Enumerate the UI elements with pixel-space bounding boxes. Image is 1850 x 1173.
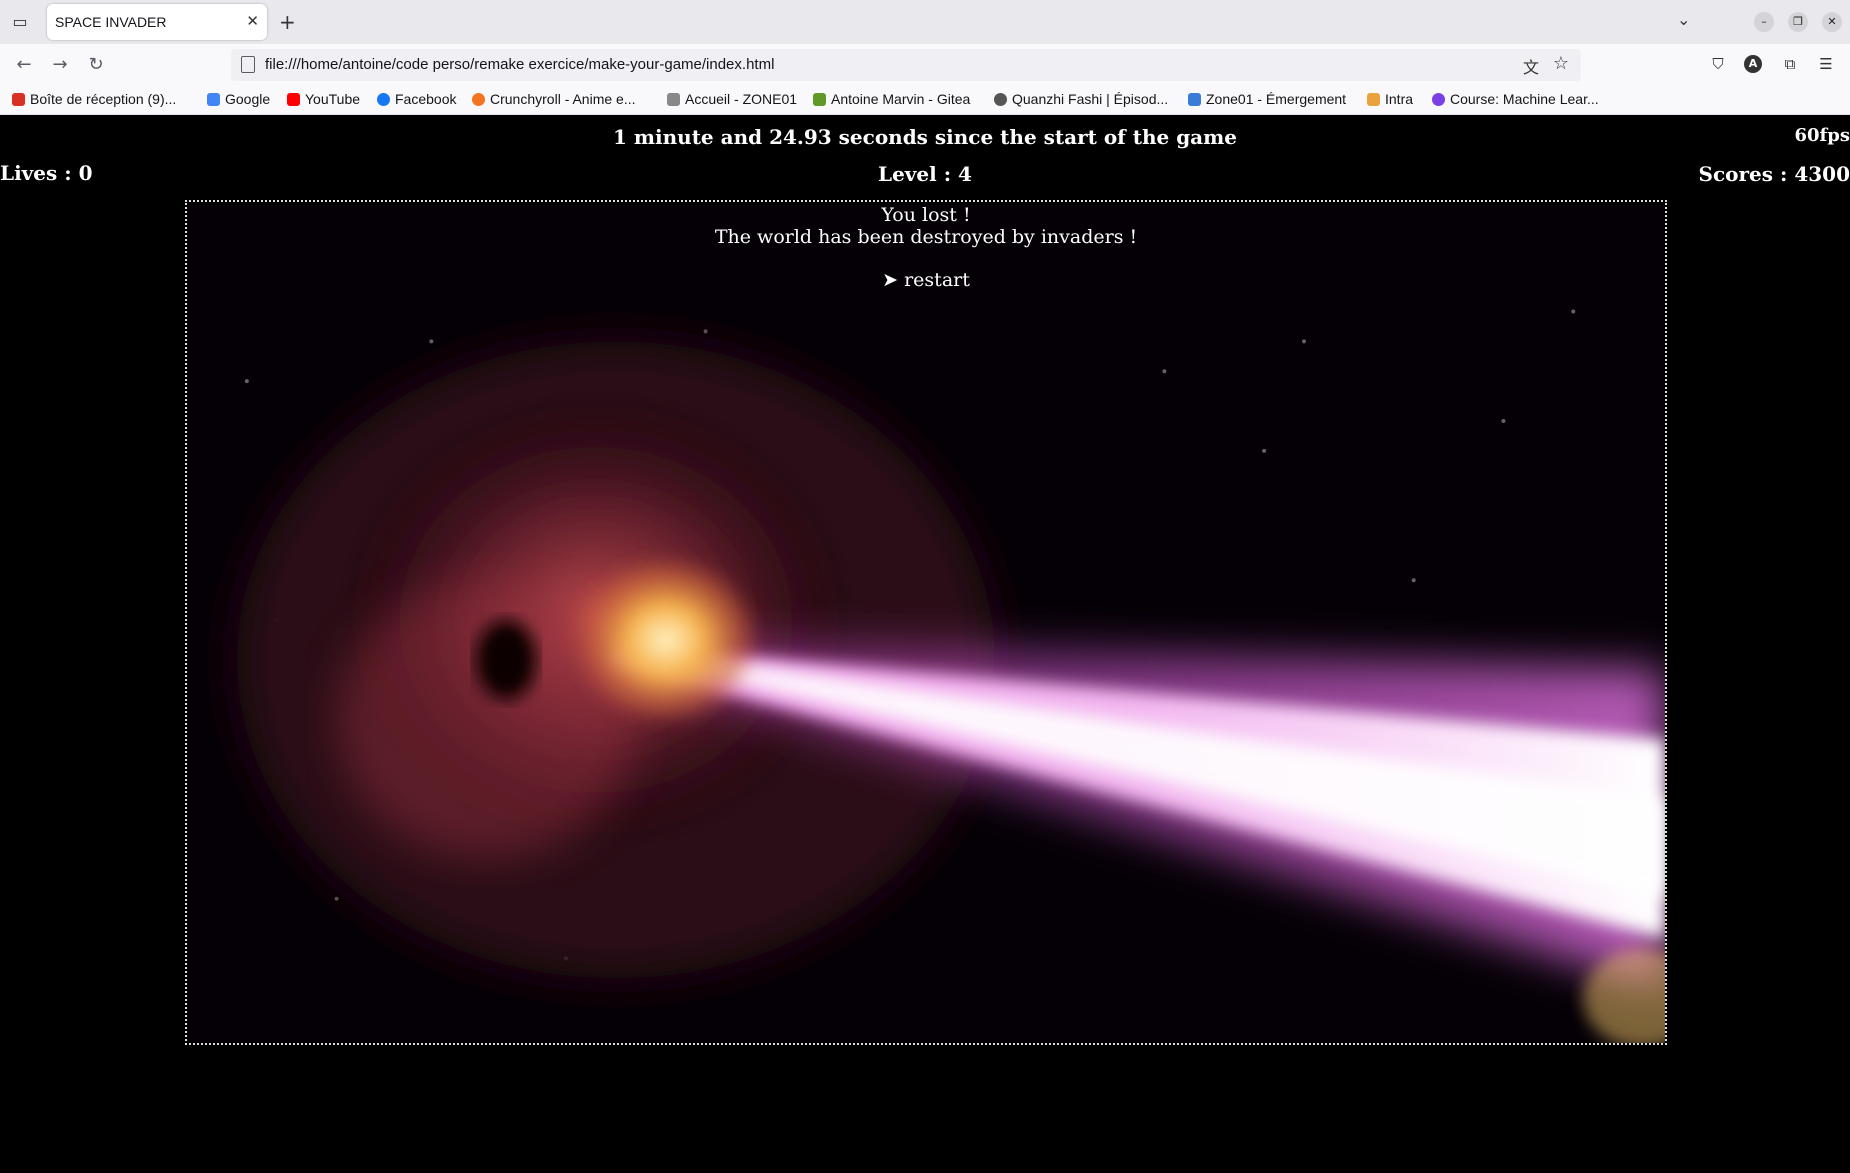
gitea-icon bbox=[813, 93, 826, 106]
chevron-down-icon[interactable]: ⌄ bbox=[1677, 10, 1690, 29]
bookmark-course[interactable]: Course: Machine Lear... bbox=[1432, 91, 1599, 107]
bookmark-label: Facebook bbox=[395, 91, 457, 107]
pocket-icon[interactable]: ⛉ bbox=[1707, 53, 1729, 75]
minimize-icon[interactable]: – bbox=[1754, 12, 1774, 32]
restart-button[interactable]: ➤ restart bbox=[187, 269, 1665, 291]
bookmark-youtube[interactable]: YouTube bbox=[287, 91, 360, 107]
score-counter: Scores : 4300 bbox=[1698, 162, 1850, 186]
bookmark-label: Course: Machine Lear... bbox=[1450, 91, 1599, 107]
bookmark-emergement[interactable]: Zone01 - Émergement bbox=[1188, 91, 1346, 107]
zone01-icon bbox=[667, 93, 680, 106]
fps-counter: 60fps bbox=[1794, 125, 1850, 146]
zone01-emergement-icon bbox=[1188, 93, 1201, 106]
reload-icon[interactable]: ↻ bbox=[83, 52, 109, 78]
bookmark-google[interactable]: Google bbox=[207, 91, 270, 107]
bookmark-zone01[interactable]: Accueil - ZONE01 bbox=[667, 91, 797, 107]
translate-icon[interactable]: 文 bbox=[1523, 54, 1539, 78]
bookmark-label: Google bbox=[225, 91, 271, 107]
close-tab-icon[interactable]: ✕ bbox=[246, 12, 259, 30]
code-icon bbox=[1367, 93, 1380, 106]
account-avatar[interactable]: A bbox=[1744, 55, 1762, 73]
forward-icon[interactable]: → bbox=[47, 52, 73, 78]
game-timer: 1 minute and 24.93 seconds since the sta… bbox=[612, 125, 1238, 149]
crunchyroll-icon bbox=[472, 93, 485, 106]
bookmark-label: Quanzhi Fashi | Épisod... bbox=[1012, 91, 1169, 107]
tab-list-icon[interactable]: ▭ bbox=[8, 10, 32, 34]
menu-icon[interactable]: ☰ bbox=[1815, 53, 1837, 75]
bookmark-label: Crunchyroll - Anime e... bbox=[490, 91, 636, 107]
game-arena: You lost ! The world has been destroyed … bbox=[185, 200, 1667, 1045]
tab-title: SPACE INVADER bbox=[55, 14, 167, 30]
facebook-icon bbox=[377, 93, 390, 106]
course-icon bbox=[1432, 93, 1445, 106]
star-icon[interactable]: ☆ bbox=[1553, 53, 1569, 74]
level-indicator: Level : 4 bbox=[878, 162, 972, 186]
globe-icon bbox=[994, 93, 1007, 106]
new-tab-icon[interactable]: + bbox=[279, 10, 296, 34]
bookmark-crunchyroll[interactable]: Crunchyroll - Anime e... bbox=[472, 91, 636, 107]
lost-title: You lost ! bbox=[881, 204, 971, 226]
bookmark-label: Zone01 - Émergement bbox=[1206, 91, 1347, 107]
gmail-icon bbox=[12, 93, 25, 106]
bookmark-label: Boîte de réception (9)... bbox=[30, 91, 177, 107]
tab-bar: ▭ SPACE INVADER ✕ + ⌄ – ❐ ✕ bbox=[0, 0, 1850, 44]
bookmark-label: Intra bbox=[1385, 91, 1414, 107]
bookmark-gmail[interactable]: Boîte de réception (9)... bbox=[12, 91, 176, 107]
bookmark-label: YouTube bbox=[305, 91, 361, 107]
youtube-icon bbox=[287, 93, 300, 106]
bookmarks-bar: Boîte de réception (9)... Google YouTube… bbox=[0, 85, 1850, 115]
bookmark-gitea[interactable]: Antoine Marvin - Gitea bbox=[813, 91, 970, 107]
game-page: 1 minute and 24.93 seconds since the sta… bbox=[0, 115, 1850, 1173]
bookmark-quanzhi[interactable]: Quanzhi Fashi | Épisod... bbox=[994, 91, 1168, 107]
restore-icon[interactable]: ❐ bbox=[1788, 12, 1808, 32]
url-text[interactable]: file:///home/antoine/code perso/remake e… bbox=[265, 56, 774, 73]
google-icon bbox=[207, 93, 220, 106]
page-icon bbox=[241, 56, 255, 73]
browser-tab[interactable]: SPACE INVADER ✕ bbox=[47, 4, 267, 40]
url-bar[interactable]: file:///home/antoine/code perso/remake e… bbox=[231, 49, 1581, 81]
explosion-image bbox=[187, 202, 1665, 1043]
bookmark-facebook[interactable]: Facebook bbox=[377, 91, 456, 107]
close-window-icon[interactable]: ✕ bbox=[1822, 12, 1842, 32]
lost-message: The world has been destroyed by invaders… bbox=[714, 226, 1138, 248]
back-icon[interactable]: ← bbox=[11, 52, 37, 78]
bookmark-label: Accueil - ZONE01 bbox=[685, 91, 798, 107]
bookmark-label: Antoine Marvin - Gitea bbox=[831, 91, 971, 107]
bookmark-intra[interactable]: Intra bbox=[1367, 91, 1413, 107]
extensions-icon[interactable]: ⧉ bbox=[1779, 53, 1801, 75]
nav-bar: ← → ↻ file:///home/antoine/code perso/re… bbox=[0, 44, 1850, 85]
